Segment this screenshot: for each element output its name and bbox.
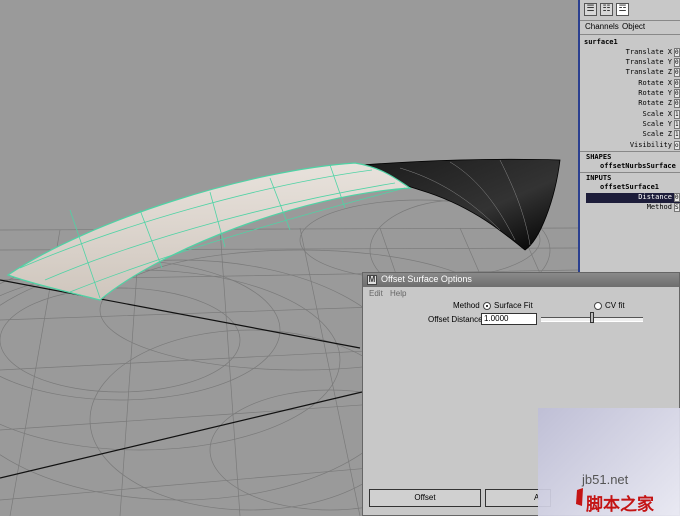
attr-rotate-z[interactable]: Rotate Z0 [580, 99, 680, 109]
divider [580, 34, 680, 35]
radio-cv-fit[interactable] [594, 302, 602, 310]
attr-translate-z[interactable]: Translate Z0 [580, 68, 680, 78]
channel-box-menu: Channels Object [580, 21, 680, 34]
watermark-logo-icon [576, 488, 583, 506]
maya-app-icon: M [367, 275, 377, 285]
method-label: Method [453, 301, 480, 310]
slider-thumb[interactable] [590, 312, 594, 323]
menu-object[interactable]: Object [622, 22, 645, 31]
offset-distance-field[interactable]: 1.0000 [481, 313, 537, 325]
inputs-section-title: INPUTS [586, 174, 612, 182]
nurbs-surface[interactable] [6, 162, 412, 301]
cv-fit-label[interactable]: CV fit [605, 301, 625, 310]
attr-rotate-x[interactable]: Rotate X0 [580, 79, 680, 89]
attr-method[interactable]: Method S [580, 203, 680, 213]
input-node-name[interactable]: offsetSurface1 [600, 183, 659, 191]
shapes-section-title: SHAPES [586, 153, 612, 161]
channel-box: ☰ ☷ ☲ Channels Object surface1 Translate… [578, 0, 680, 272]
radio-surface-fit[interactable] [483, 302, 491, 310]
divider [580, 172, 680, 173]
attr-translate-x[interactable]: Translate X0 [580, 48, 680, 58]
channel-box-layout-icon[interactable]: ☰ [584, 3, 597, 16]
surface-fit-label[interactable]: Surface Fit [494, 301, 533, 310]
menu-edit[interactable]: Edit [369, 289, 383, 298]
dialog-menu-bar: Edit Help [363, 288, 679, 300]
dialog-title: Offset Surface Options [381, 274, 472, 284]
node-name: surface1 [584, 38, 618, 46]
channel-box-toolbar: ☰ ☷ ☲ [580, 0, 680, 21]
attr-visibility[interactable]: Visibilityon [580, 141, 680, 151]
menu-help[interactable]: Help [390, 289, 406, 298]
attr-scale-y[interactable]: Scale Y1 [580, 120, 680, 130]
watermark: jb51.net 脚本之家 [538, 408, 680, 516]
attr-translate-y[interactable]: Translate Y0 [580, 58, 680, 68]
attribute-editor-layout-icon[interactable]: ☷ [600, 3, 613, 16]
offset-distance-label: Offset Distance [428, 315, 483, 324]
axis-line [0, 391, 363, 479]
menu-channels[interactable]: Channels [585, 22, 619, 31]
divider [580, 151, 680, 152]
attr-rotate-y[interactable]: Rotate Y0 [580, 89, 680, 99]
attr-scale-x[interactable]: Scale X1 [580, 110, 680, 120]
tool-settings-layout-icon[interactable]: ☲ [616, 3, 629, 16]
offset-button[interactable]: Offset [369, 489, 481, 507]
attr-scale-z[interactable]: Scale Z1 [580, 130, 680, 140]
watermark-url: jb51.net [582, 472, 629, 487]
attr-distance-selected[interactable]: Distance 0 [586, 193, 680, 203]
axis-line [0, 279, 361, 349]
shape-node-name[interactable]: offsetNurbsSurface [600, 162, 676, 170]
watermark-text: 脚本之家 [586, 495, 654, 515]
dialog-title-bar[interactable]: M Offset Surface Options [363, 273, 679, 287]
